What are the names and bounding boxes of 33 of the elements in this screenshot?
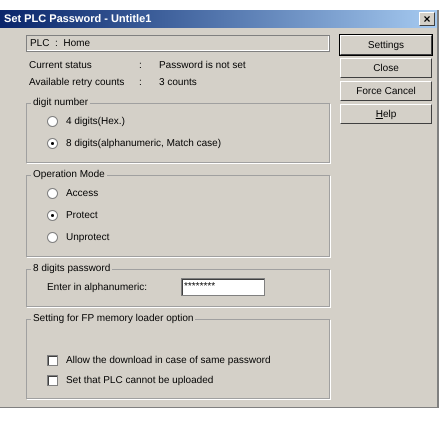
checkbox[interactable] xyxy=(47,354,58,366)
checkbox[interactable] xyxy=(47,374,58,386)
status-separator: : xyxy=(139,76,143,90)
close-button[interactable]: × xyxy=(419,12,435,26)
dialog-button[interactable]: Help xyxy=(340,104,432,124)
status-label: Available retry counts xyxy=(29,76,126,90)
group-title: Setting for FP memory loader option xyxy=(31,312,196,326)
status-label: Current status xyxy=(29,59,93,73)
radio-button[interactable] xyxy=(47,138,58,148)
radio-label: 4 digits(Hex.) xyxy=(66,114,125,128)
radio-label: 8 digits(alphanumeric, Match case) xyxy=(66,136,222,150)
radio-label: Protect xyxy=(66,208,98,222)
checkbox-label: Set that PLC cannot be uploaded xyxy=(66,374,214,388)
group-title: 8 digits password xyxy=(31,262,112,276)
radio-label: Unprotect xyxy=(66,230,110,244)
radio-label: Access xyxy=(66,186,98,200)
dialog-button[interactable]: Close xyxy=(340,58,432,78)
plc-field: PLC : Home xyxy=(26,35,330,52)
status-value: 3 counts xyxy=(159,76,197,90)
password-field[interactable]: ******** xyxy=(181,278,265,296)
dialog-button[interactable]: Settings xyxy=(340,35,432,55)
dialog-button[interactable]: Force Cancel xyxy=(340,81,432,101)
group-title: digit number xyxy=(31,96,90,110)
radio-button[interactable] xyxy=(47,116,58,126)
radio-button[interactable] xyxy=(47,210,58,220)
status-separator: : xyxy=(139,59,143,73)
status-value: Password is not set xyxy=(159,59,246,73)
radio-button[interactable] xyxy=(47,188,58,198)
window-title: Set PLC Password - Untitle1 xyxy=(4,12,152,27)
group-title: Operation Mode xyxy=(31,168,107,182)
password-label: Enter in alphanumeric: xyxy=(47,280,148,294)
radio-button[interactable] xyxy=(47,232,58,242)
checkbox-label: Allow the download in case of same password xyxy=(66,354,271,368)
